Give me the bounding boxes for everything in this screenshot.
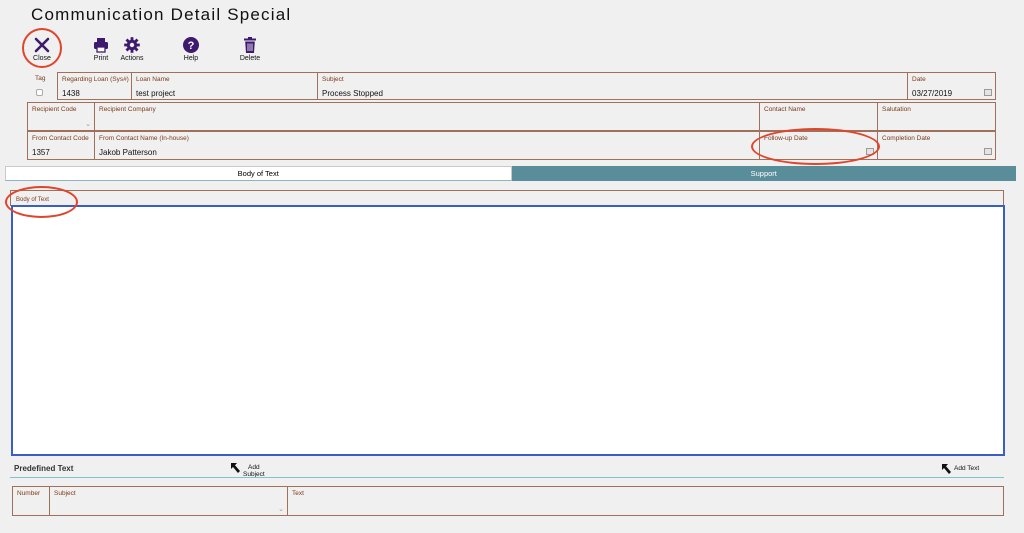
- predefined-text-label: Text: [292, 490, 304, 497]
- tab-support[interactable]: Support: [511, 166, 1016, 181]
- predefined-text-title: Predefined Text: [14, 464, 74, 473]
- subject-field[interactable]: Subject Process Stopped: [317, 72, 907, 100]
- printer-icon: [94, 38, 108, 53]
- completion-date-label: Completion Date: [882, 135, 931, 142]
- loan-name-field[interactable]: Loan Name test project: [131, 72, 317, 100]
- from-contact-code-label: From Contact Code: [32, 135, 89, 142]
- contact-name-label: Contact Name: [764, 106, 806, 113]
- help-label: Help: [183, 55, 199, 62]
- regarding-loan-label: Regarding Loan (Sys#): [62, 76, 129, 83]
- subject-value: Process Stopped: [322, 89, 383, 98]
- predefined-subject-label: Subject: [54, 490, 76, 497]
- delete-button[interactable]: Delete: [230, 36, 270, 62]
- add-text-button[interactable]: Add Text: [940, 462, 979, 476]
- add-text-label: Add Text: [954, 465, 980, 472]
- follow-up-date-field[interactable]: Follow-up Date: [759, 131, 877, 160]
- salutation-field[interactable]: Salutation: [877, 102, 996, 131]
- regarding-loan-value: 1438: [62, 89, 80, 98]
- subject-label: Subject: [322, 76, 344, 83]
- chevron-down-icon[interactable]: ⌄: [278, 506, 284, 513]
- date-field[interactable]: Date 03/27/2019: [907, 72, 996, 100]
- predefined-subject-column[interactable]: Subject ⌄: [49, 486, 287, 516]
- body-of-text-textarea[interactable]: [11, 205, 1005, 456]
- date-label: Date: [912, 76, 926, 83]
- from-contact-name-field[interactable]: From Contact Name (In-house) Jakob Patte…: [94, 131, 759, 160]
- calendar-icon[interactable]: [984, 89, 992, 96]
- calendar-icon[interactable]: [984, 148, 992, 155]
- close-button[interactable]: Close: [22, 36, 62, 62]
- tab-bar: Body of Text Support: [5, 166, 1016, 181]
- date-value: 03/27/2019: [912, 89, 953, 98]
- contact-name-field[interactable]: Contact Name: [759, 102, 877, 131]
- body-of-text-label: Body of Text: [16, 197, 49, 203]
- from-contact-code-value: 1357: [32, 148, 50, 157]
- close-icon: [34, 37, 50, 53]
- close-label: Close: [33, 55, 51, 62]
- loan-name-value: test project: [136, 89, 176, 98]
- from-contact-name-value: Jakob Patterson: [99, 148, 157, 157]
- delete-label: Delete: [239, 55, 261, 62]
- add-subject-button[interactable]: Add Subject: [229, 461, 265, 478]
- follow-up-date-label: Follow-up Date: [764, 135, 808, 142]
- page-title: Communication Detail Special: [31, 5, 292, 24]
- body-of-text-header: Body of Text: [10, 190, 1004, 206]
- add-subject-line1: Add: [248, 464, 260, 471]
- recipient-company-label: Recipient Company: [99, 106, 156, 113]
- recipient-company-field[interactable]: Recipient Company: [94, 102, 759, 131]
- regarding-loan-field[interactable]: Regarding Loan (Sys#) 1438: [57, 72, 131, 100]
- salutation-label: Salutation: [882, 106, 911, 113]
- arrow-up-left-icon: [942, 464, 951, 474]
- completion-date-field[interactable]: Completion Date: [877, 131, 996, 160]
- tab-body-of-text[interactable]: Body of Text: [5, 166, 512, 181]
- help-icon: ?: [183, 37, 199, 53]
- predefined-number-column[interactable]: Number: [12, 486, 49, 516]
- trash-icon: [244, 37, 256, 53]
- calendar-icon[interactable]: [866, 148, 874, 155]
- actions-button[interactable]: Actions: [112, 36, 152, 62]
- gear-icon: [124, 37, 140, 53]
- recipient-code-label: Recipient Code: [32, 106, 77, 113]
- from-contact-code-field[interactable]: From Contact Code 1357: [27, 131, 94, 160]
- actions-label: Actions: [120, 55, 144, 62]
- from-contact-name-label: From Contact Name (In-house): [99, 135, 189, 142]
- loan-name-label: Loan Name: [136, 76, 170, 83]
- recipient-code-field[interactable]: Recipient Code ⌄: [27, 102, 94, 131]
- divider: [10, 477, 1004, 478]
- tag-label: Tag: [35, 75, 46, 82]
- help-button[interactable]: ? Help: [171, 36, 211, 62]
- predefined-number-label: Number: [17, 490, 41, 497]
- chevron-down-icon[interactable]: ⌄: [85, 121, 91, 128]
- arrow-up-left-icon: [231, 463, 240, 473]
- predefined-text-column[interactable]: Text: [287, 486, 1004, 516]
- tag-field: Tag: [27, 72, 57, 100]
- svg-text:?: ?: [188, 40, 195, 52]
- tag-checkbox[interactable]: [36, 89, 43, 96]
